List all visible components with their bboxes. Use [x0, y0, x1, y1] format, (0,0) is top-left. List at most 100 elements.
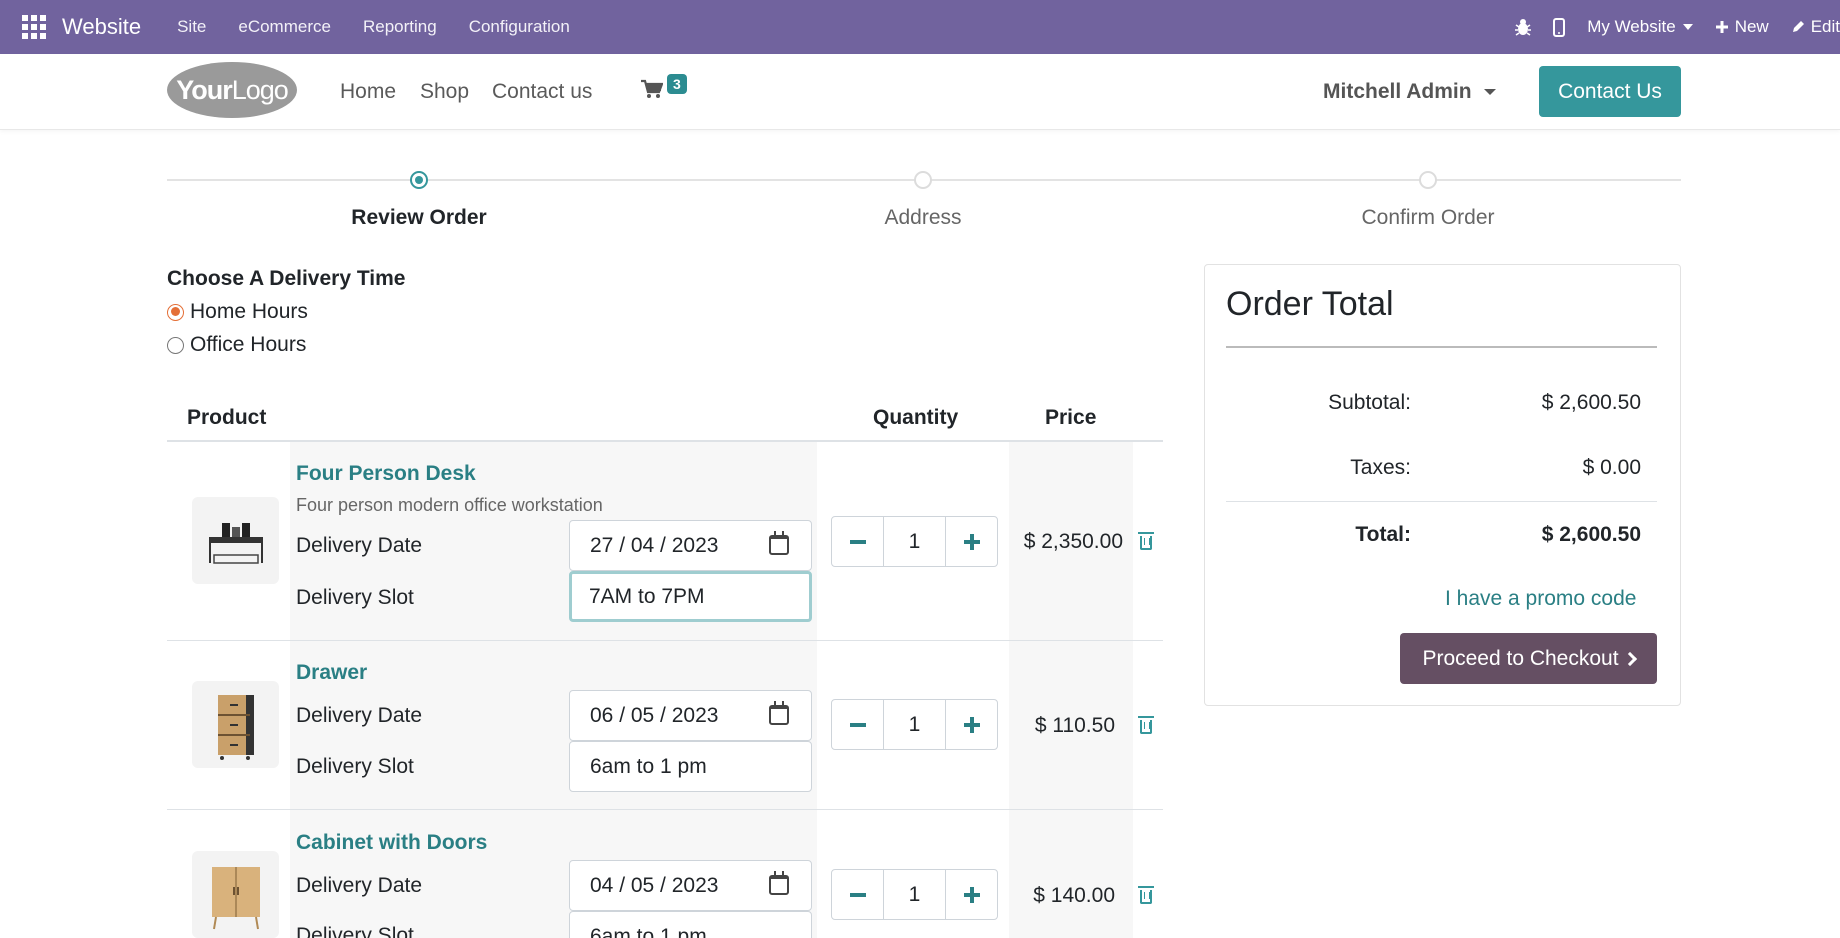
proceed-to-checkout-button[interactable]: Proceed to Checkout — [1400, 633, 1657, 684]
decrease-quantity-button[interactable] — [832, 870, 883, 919]
taxes-label: Taxes: — [1350, 456, 1411, 479]
trash-icon[interactable] — [1138, 532, 1154, 550]
promo-code-link[interactable]: I have a promo code — [1445, 587, 1636, 611]
column-header-price: Price — [1045, 406, 1097, 429]
delivery-slot-input[interactable]: 6am to 1 pm — [569, 741, 812, 792]
chevron-right-icon — [1622, 651, 1637, 666]
delivery-date-input[interactable]: 27 / 04 / 2023 — [569, 520, 812, 571]
increase-quantity-button[interactable] — [946, 700, 997, 749]
taxes-value: $ 0.00 — [1582, 456, 1641, 479]
decrease-quantity-button[interactable] — [832, 700, 883, 749]
radio-label: Office Hours — [190, 333, 307, 356]
website-selector-label: My Website — [1587, 17, 1676, 36]
caret-down-icon — [1483, 89, 1496, 95]
total-divider — [1226, 501, 1657, 502]
increase-quantity-button[interactable] — [946, 870, 997, 919]
delivery-date-input[interactable]: 06 / 05 / 2023 — [569, 690, 812, 741]
edit-button[interactable]: Edit — [1791, 17, 1840, 37]
debug-bug-icon[interactable] — [1515, 18, 1532, 36]
cart-count-badge: 3 — [667, 74, 687, 94]
quantity-stepper[interactable]: 1 — [831, 699, 998, 750]
cabinet-image[interactable] — [192, 851, 279, 938]
radio-home-hours[interactable]: Home Hours — [167, 300, 308, 324]
radio-button[interactable] — [167, 336, 184, 354]
price-column-bg — [1009, 442, 1133, 938]
line-price: $ 110.50 — [1034, 714, 1115, 737]
plus-icon — [963, 533, 980, 550]
step-dot-address — [914, 171, 932, 189]
quantity-stepper[interactable]: 1 — [831, 869, 998, 920]
cart-icon[interactable] — [641, 79, 664, 104]
card-title-divider — [1226, 346, 1657, 348]
calendar-icon[interactable] — [769, 871, 789, 895]
website-selector[interactable]: My Website — [1587, 17, 1693, 37]
minus-icon — [849, 722, 866, 727]
delivery-slot-input[interactable]: 6am to 1 pm — [569, 911, 812, 938]
quantity-input[interactable]: 1 — [883, 870, 946, 919]
radio-button[interactable] — [167, 303, 184, 321]
delivery-slot-label: Delivery Slot — [296, 755, 414, 778]
increase-quantity-button[interactable] — [946, 517, 997, 566]
admin-bar: Website Site eCommerce Reporting Configu… — [0, 0, 1840, 54]
site-logo[interactable]: Your Logo — [167, 62, 297, 118]
edit-label: Edit — [1810, 17, 1840, 36]
plus-icon — [1715, 21, 1728, 33]
desk-image[interactable] — [192, 497, 279, 584]
order-total-title: Order Total — [1226, 285, 1394, 323]
quantity-input[interactable]: 1 — [883, 700, 946, 749]
delivery-slot-label: Delivery Slot — [296, 924, 414, 938]
delivery-date-label: Delivery Date — [296, 704, 423, 727]
delivery-date-label: Delivery Date — [296, 874, 423, 897]
contact-us-button[interactable]: Contact Us — [1539, 66, 1681, 117]
nav-shop[interactable]: Shop — [420, 80, 469, 104]
product-name[interactable]: Cabinet with Doors — [296, 831, 487, 855]
product-name[interactable]: Drawer — [296, 661, 367, 685]
step-dot-confirm-order — [1419, 171, 1437, 189]
line-price: $ 140.00 — [1033, 884, 1115, 907]
step-dot-review-order — [410, 171, 428, 189]
logo-text: Logo — [231, 74, 289, 105]
plus-icon — [963, 886, 980, 903]
trash-icon[interactable] — [1138, 886, 1154, 904]
logo-text-bold: Your — [176, 74, 232, 105]
radio-office-hours[interactable]: Office Hours — [167, 333, 306, 357]
new-label: New — [1734, 17, 1769, 36]
slot-value: 6am to 1 pm — [590, 754, 707, 778]
delivery-slot-input[interactable]: 7AM to 7PM — [569, 571, 812, 622]
plus-icon — [963, 716, 980, 733]
nav-home[interactable]: Home — [340, 80, 396, 104]
nav-contact-us[interactable]: Contact us — [492, 80, 592, 104]
calendar-icon[interactable] — [769, 531, 789, 555]
step-review-order: Review Order — [351, 206, 487, 229]
new-button[interactable]: New — [1715, 17, 1769, 37]
calendar-icon[interactable] — [769, 701, 789, 725]
menu-site[interactable]: Site — [177, 17, 206, 37]
mobile-preview-icon[interactable] — [1553, 17, 1566, 37]
menu-ecommerce[interactable]: eCommerce — [238, 17, 331, 37]
caret-down-icon — [1682, 24, 1693, 30]
apps-menu-icon[interactable] — [20, 13, 48, 41]
menu-reporting[interactable]: Reporting — [363, 17, 437, 37]
product-name[interactable]: Four Person Desk — [296, 462, 476, 486]
app-name[interactable]: Website — [62, 14, 141, 40]
quantity-stepper[interactable]: 1 — [831, 516, 998, 567]
checkout-label: Proceed to Checkout — [1422, 646, 1619, 670]
delivery-date-input[interactable]: 04 / 05 / 2023 — [569, 860, 812, 911]
drawer-image[interactable] — [192, 681, 279, 768]
row-divider — [167, 640, 1163, 641]
minus-icon — [849, 539, 866, 544]
trash-icon[interactable] — [1138, 716, 1154, 734]
menu-configuration[interactable]: Configuration — [469, 17, 570, 37]
radio-label: Home Hours — [190, 300, 308, 323]
date-value: 27 / 04 / 2023 — [590, 533, 719, 557]
column-header-product: Product — [187, 406, 267, 429]
delivery-date-label: Delivery Date — [296, 534, 423, 557]
column-header-quantity: Quantity — [873, 406, 959, 429]
slot-value: 6am to 1 pm — [590, 924, 707, 938]
decrease-quantity-button[interactable] — [832, 517, 883, 566]
website-header: Your Logo Home Shop Contact us 3 Mitchell… — [0, 54, 1840, 130]
total-value: $ 2,600.50 — [1541, 523, 1641, 546]
quantity-input[interactable]: 1 — [883, 517, 946, 566]
slot-value: 7AM to 7PM — [589, 584, 705, 608]
user-menu[interactable]: Mitchell Admin — [1323, 80, 1496, 104]
